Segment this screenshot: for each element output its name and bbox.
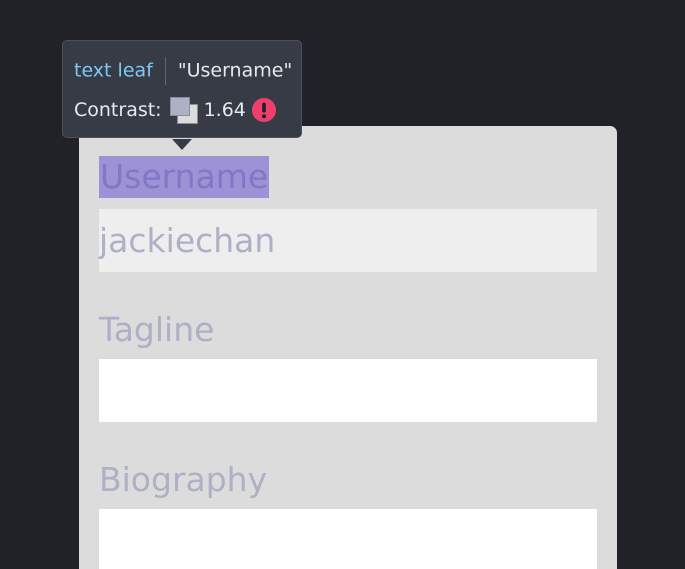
username-field[interactable]: jackiechan [99,209,597,272]
profile-form-card: Username jackiechan Tagline Biography [79,126,617,569]
color-swatch-icon [169,97,198,124]
username-label: Username [99,156,270,198]
node-text-value: "Username" [177,59,293,82]
tagline-label: Tagline [99,310,215,349]
inspector-node-row: text leaf "Username" [74,57,292,85]
tooltip-pointer [172,139,192,150]
biography-label: Biography [99,460,268,499]
biography-field[interactable] [99,509,597,569]
tooltip-divider [164,57,166,85]
inspector-contrast-row: Contrast: 1.64 [74,97,276,124]
contrast-ratio: 1.64 [203,99,246,121]
contrast-label: Contrast: [74,99,162,121]
inspector-tooltip: text leaf "Username" Contrast: 1.64 [62,40,302,138]
page: Username jackiechan Tagline Biography te… [0,0,685,569]
swatch-foreground-color [169,97,190,116]
tagline-field[interactable] [99,359,597,422]
node-kind-text: text leaf [74,59,153,82]
exclamation-circle-icon [251,98,276,122]
